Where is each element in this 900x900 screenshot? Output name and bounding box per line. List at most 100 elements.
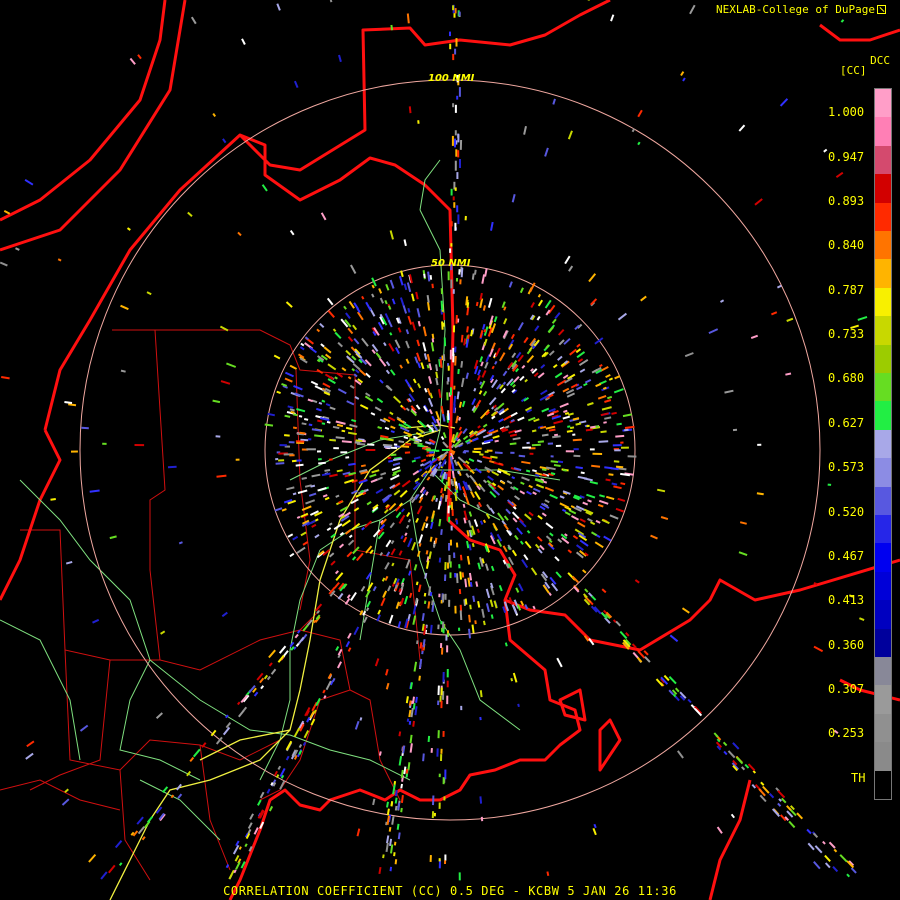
radar-return-speck: [417, 444, 425, 448]
radar-return-speck: [413, 456, 421, 460]
radar-return-speck: [212, 399, 221, 404]
radar-return-speck: [429, 274, 433, 280]
radar-return-speck: [474, 269, 477, 275]
radar-return-speck: [276, 3, 281, 11]
radar-return-speck: [546, 871, 550, 877]
radar-return-speck: [92, 618, 100, 624]
radar-return-speck: [398, 550, 403, 556]
radar-return-speck: [423, 600, 427, 605]
radar-return-speck: [572, 534, 579, 540]
radar-return-speck: [462, 503, 466, 508]
radar-return-speck: [541, 407, 550, 413]
radar-return-speck: [412, 702, 416, 710]
radar-return-speck: [478, 390, 483, 395]
radar-return-speck: [541, 473, 547, 477]
radar-return-speck: [429, 536, 433, 542]
radar-return-speck: [290, 646, 295, 651]
radar-return-speck: [359, 610, 364, 616]
radar-return-speck: [425, 550, 429, 555]
radar-return-speck: [407, 434, 411, 438]
radar-return-speck: [263, 674, 269, 680]
radar-return-speck: [473, 519, 479, 527]
radar-return-speck: [537, 514, 543, 520]
radar-return-speck: [364, 395, 374, 402]
radar-return-speck: [754, 198, 763, 206]
radar-return-speck: [389, 838, 393, 847]
radar-return-speck: [479, 381, 483, 386]
radar-return-speck: [591, 531, 598, 537]
product-code: DCC: [870, 54, 890, 67]
radar-return-speck: [583, 477, 593, 482]
radar-return-speck: [388, 502, 397, 511]
radar-return-speck: [557, 355, 563, 361]
radar-return-speck: [482, 305, 486, 311]
radar-return-speck: [724, 389, 734, 394]
radar-return-speck: [266, 788, 271, 794]
radar-return-speck: [485, 603, 490, 613]
radar-return-speck: [587, 499, 592, 503]
radar-return-speck: [388, 614, 394, 624]
radar-return-speck: [521, 559, 529, 569]
radar-return-speck: [813, 582, 818, 586]
radar-return-speck: [310, 718, 316, 726]
radar-return-speck: [335, 646, 340, 651]
radar-return-speck: [64, 788, 69, 794]
radar-return-speck: [451, 480, 454, 487]
radar-return-speck: [286, 486, 295, 491]
radar-return-speck: [681, 607, 690, 614]
radar-return-speck: [732, 742, 740, 750]
radar-return-speck: [393, 489, 401, 496]
radar-return-speck: [296, 546, 306, 554]
radar-return-speck: [390, 844, 394, 854]
radar-return-speck: [569, 348, 577, 356]
radar-return-speck: [337, 592, 344, 600]
radar-return-speck: [806, 828, 812, 835]
radar-return-speck: [493, 600, 498, 609]
radar-return-speck: [421, 623, 425, 632]
radar-return-speck: [354, 720, 360, 730]
radar-return-speck: [430, 342, 435, 352]
radar-return-speck: [275, 774, 280, 779]
radar-return-speck: [777, 802, 782, 807]
radar-return-speck: [390, 540, 395, 545]
radar-return-speck: [776, 284, 782, 289]
radar-return-speck: [423, 625, 427, 636]
radar-return-speck: [390, 24, 394, 31]
radar-return-speck: [479, 485, 486, 493]
radar-return-speck: [512, 505, 517, 510]
radar-return-speck: [511, 511, 520, 520]
radar-return-speck: [559, 402, 569, 408]
radar-return-speck: [668, 676, 677, 685]
radar-return-speck: [481, 369, 487, 378]
radar-return-speck: [377, 321, 384, 330]
radar-return-speck: [779, 98, 789, 107]
radar-map: [0, 0, 900, 900]
radar-return-speck: [455, 519, 459, 525]
radar-return-speck: [549, 493, 558, 500]
radar-return-speck: [568, 265, 574, 272]
legend-label: 0.893: [828, 194, 865, 208]
credit-link[interactable]: NEXLAB-College of DuPage: [716, 3, 886, 16]
radar-return-speck: [402, 304, 408, 314]
radar-return-speck: [615, 465, 624, 469]
radar-return-speck: [308, 492, 317, 497]
radar-return-speck: [859, 617, 865, 622]
radar-return-speck: [405, 559, 411, 569]
radar-return-speck: [393, 780, 397, 786]
radar-return-speck: [295, 463, 304, 467]
radar-return-speck: [311, 523, 317, 528]
radar-return-speck: [335, 572, 344, 581]
radar-return-speck: [617, 497, 626, 502]
radar-return-speck: [469, 581, 473, 587]
legend-color-swatch: [875, 202, 891, 232]
radar-return-speck: [466, 306, 470, 316]
radar-return-speck: [572, 438, 582, 442]
radar-return-speck: [398, 588, 402, 593]
radar-return-speck: [557, 329, 565, 336]
radar-return-speck: [216, 474, 227, 478]
radar-return-speck: [293, 384, 303, 391]
radar-return-speck: [575, 348, 582, 354]
radar-return-speck: [497, 484, 504, 491]
radar-return-speck: [432, 495, 437, 500]
radar-return-speck: [461, 572, 465, 578]
